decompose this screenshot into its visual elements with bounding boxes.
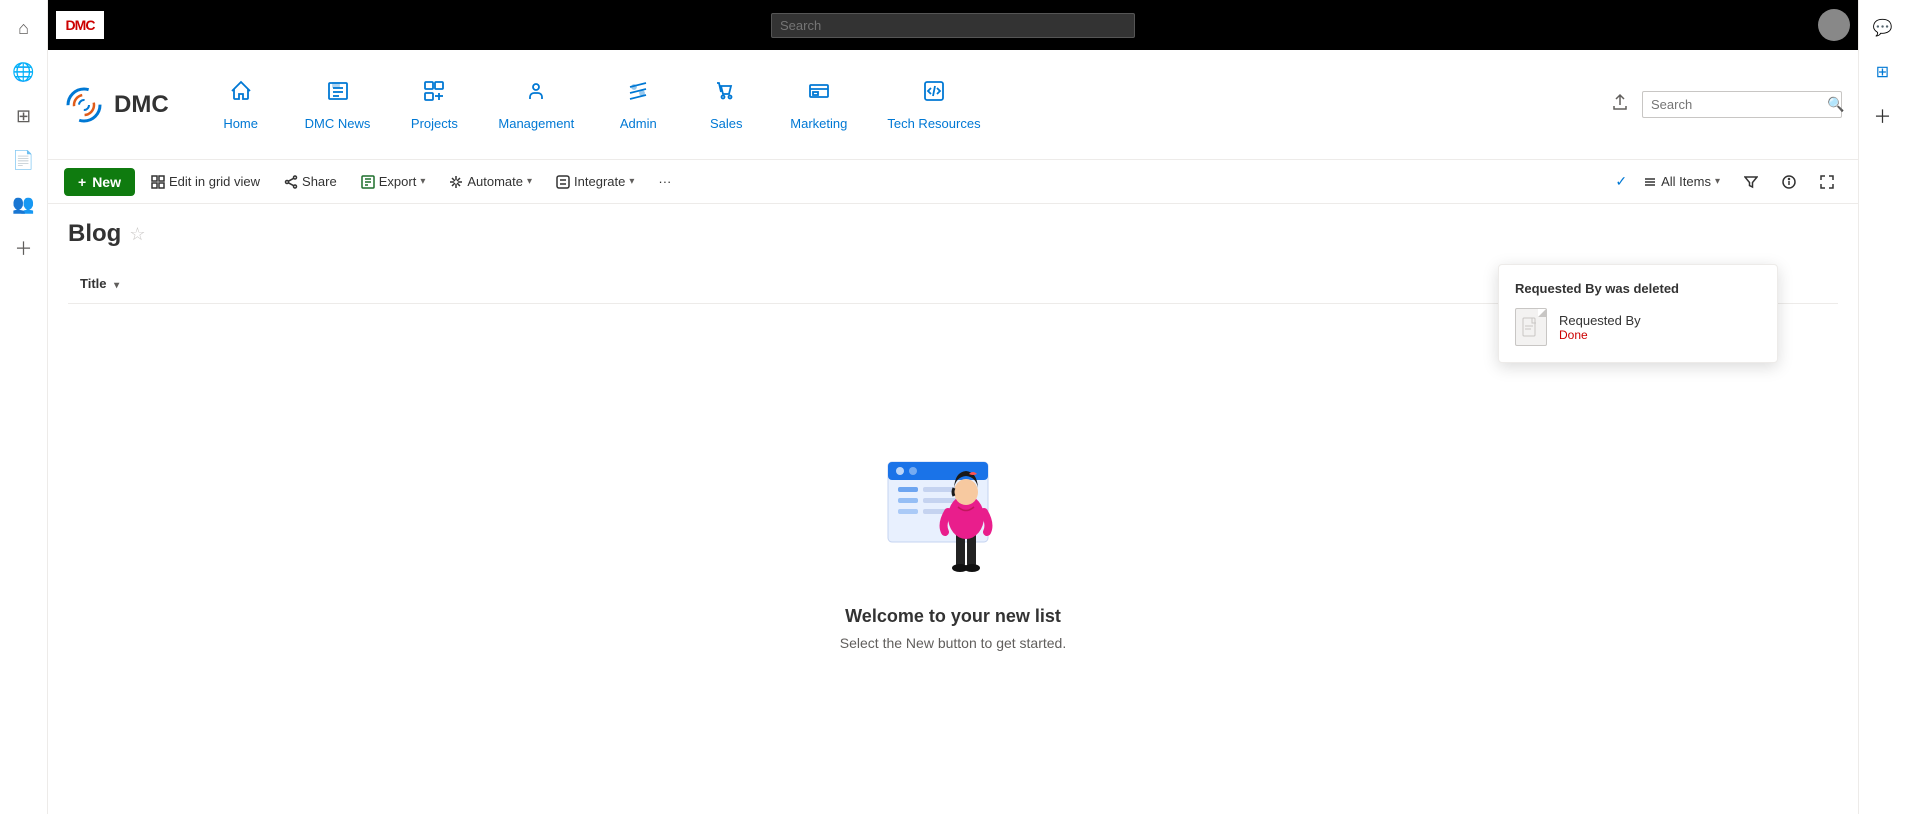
toolbar: + New Edit in grid view Share Export ▾ xyxy=(48,160,1858,204)
nav-item-marketing[interactable]: Marketing xyxy=(774,71,863,139)
expand-icon xyxy=(1820,175,1834,189)
export-button[interactable]: Export ▾ xyxy=(353,170,434,193)
tech-resources-nav-icon xyxy=(922,79,946,110)
favorite-star-icon[interactable]: ☆ xyxy=(129,224,145,245)
automate-icon xyxy=(449,175,463,189)
nav-item-admin[interactable]: Admin xyxy=(598,71,678,139)
nav-label-dmc-news: DMC News xyxy=(305,116,371,131)
page-title: Blog xyxy=(68,220,121,248)
main-area: DMC DMC xyxy=(48,0,1858,814)
nav-item-projects[interactable]: Projects xyxy=(394,71,474,139)
sp-nav: DMC Home xyxy=(48,50,1858,160)
filter-icon xyxy=(1744,175,1758,189)
right-apps-icon[interactable]: ⊞ xyxy=(1863,52,1903,92)
export-icon xyxy=(361,175,375,189)
all-items-chevron-icon: ▾ xyxy=(1715,176,1720,187)
sidebar-document-icon[interactable]: 📄 xyxy=(4,140,44,180)
new-plus-icon: + xyxy=(78,174,86,190)
share-button[interactable]: Share xyxy=(276,170,345,193)
sidebar-apps-icon[interactable]: ⊞ xyxy=(4,96,44,136)
nav-item-management[interactable]: Management xyxy=(482,71,590,139)
info-button[interactable] xyxy=(1774,171,1804,193)
nav-label-sales: Sales xyxy=(710,116,743,131)
sidebar-globe-icon[interactable]: 🌐 xyxy=(4,52,44,92)
top-nav-logo: DMC xyxy=(56,11,104,39)
sp-brand-logo xyxy=(64,85,104,125)
nav-item-tech-resources[interactable]: Tech Resources xyxy=(871,71,996,139)
top-nav-search-input[interactable] xyxy=(771,13,1135,38)
sp-brand-name: DMC xyxy=(114,91,169,119)
sp-nav-right: 🔍 xyxy=(1606,88,1842,121)
checkmark-icon: ✓ xyxy=(1615,173,1627,190)
all-items-button[interactable]: All Items ▾ xyxy=(1635,170,1728,193)
nav-item-sales[interactable]: Sales xyxy=(686,71,766,139)
title-sort-icon: ▾ xyxy=(114,280,119,291)
sp-search-input[interactable] xyxy=(1651,97,1827,112)
integrate-chevron-icon: ▾ xyxy=(629,176,634,187)
sp-search-icon: 🔍 xyxy=(1827,96,1844,113)
empty-illustration xyxy=(873,452,1033,582)
projects-nav-icon xyxy=(422,79,446,110)
sp-nav-items: Home DMC News xyxy=(201,71,1606,139)
empty-state-title: Welcome to your new list xyxy=(845,606,1061,627)
top-nav-logo-area: DMC xyxy=(56,11,104,39)
sp-search-box[interactable]: 🔍 xyxy=(1642,91,1842,118)
marketing-nav-icon xyxy=(807,79,831,110)
user-avatar[interactable] xyxy=(1818,9,1850,41)
popup-deleted-message: Requested By was deleted xyxy=(1515,281,1761,296)
integrate-button[interactable]: Integrate ▾ xyxy=(548,170,642,193)
news-nav-icon xyxy=(326,79,350,110)
sidebar-plus-icon[interactable]: ＋ xyxy=(4,228,44,268)
right-sidebar: 💬 ⊞ ＋ xyxy=(1858,0,1906,814)
nav-label-admin: Admin xyxy=(620,116,657,131)
popup-item: Requested By Done xyxy=(1515,308,1761,346)
empty-state-subtitle: Select the New button to get started. xyxy=(840,635,1066,651)
nav-label-marketing: Marketing xyxy=(790,116,847,131)
nav-item-home[interactable]: Home xyxy=(201,71,281,139)
top-nav-bar: DMC xyxy=(48,0,1858,50)
left-sidebar: ⌂ 🌐 ⊞ 📄 👥 ＋ xyxy=(0,0,48,814)
popup-item-status: Done xyxy=(1559,328,1641,342)
right-comment-icon[interactable]: 💬 xyxy=(1863,8,1903,48)
nav-label-tech-resources: Tech Resources xyxy=(887,116,980,131)
sidebar-people-icon[interactable]: 👥 xyxy=(4,184,44,224)
page-title-row: Blog ☆ xyxy=(68,220,1838,248)
sidebar-home-icon[interactable]: ⌂ xyxy=(4,8,44,48)
toolbar-right: ✓ All Items ▾ xyxy=(1615,170,1842,193)
home-nav-icon xyxy=(229,79,253,110)
new-button[interactable]: + New xyxy=(64,168,135,196)
popup-file-icon xyxy=(1515,308,1547,346)
popup-item-info: Requested By Done xyxy=(1559,313,1641,342)
page-content: Blog ☆ Title ▾ + Add column xyxy=(48,204,1858,814)
sales-nav-icon xyxy=(714,79,738,110)
filter-button[interactable] xyxy=(1736,171,1766,193)
empty-state: Welcome to your new list Select the New … xyxy=(68,304,1838,798)
edit-in-grid-button[interactable]: Edit in grid view xyxy=(143,170,268,193)
expand-button[interactable] xyxy=(1812,171,1842,193)
nav-item-dmc-news[interactable]: DMC News xyxy=(289,71,387,139)
more-button[interactable]: ··· xyxy=(650,170,679,193)
integrate-icon xyxy=(556,175,570,189)
nav-label-projects: Projects xyxy=(411,116,458,131)
share-icon xyxy=(284,175,298,189)
grid-icon xyxy=(151,175,165,189)
right-plus-icon[interactable]: ＋ xyxy=(1863,96,1903,136)
popup-notification: Requested By was deleted Requested By Do… xyxy=(1498,264,1778,363)
info-icon xyxy=(1782,175,1796,189)
management-nav-icon xyxy=(524,79,548,110)
export-chevron-icon: ▾ xyxy=(420,176,425,187)
list-icon xyxy=(1643,175,1657,189)
admin-nav-icon xyxy=(626,79,650,110)
nav-label-management: Management xyxy=(498,116,574,131)
nav-label-home: Home xyxy=(223,116,258,131)
automate-button[interactable]: Automate ▾ xyxy=(441,170,540,193)
sp-share-icon[interactable] xyxy=(1606,88,1634,121)
automate-chevron-icon: ▾ xyxy=(527,176,532,187)
sp-brand: DMC xyxy=(64,85,169,125)
popup-item-name: Requested By xyxy=(1559,313,1641,328)
new-label: New xyxy=(92,174,121,190)
title-column-header[interactable]: Title ▾ xyxy=(68,264,1638,304)
